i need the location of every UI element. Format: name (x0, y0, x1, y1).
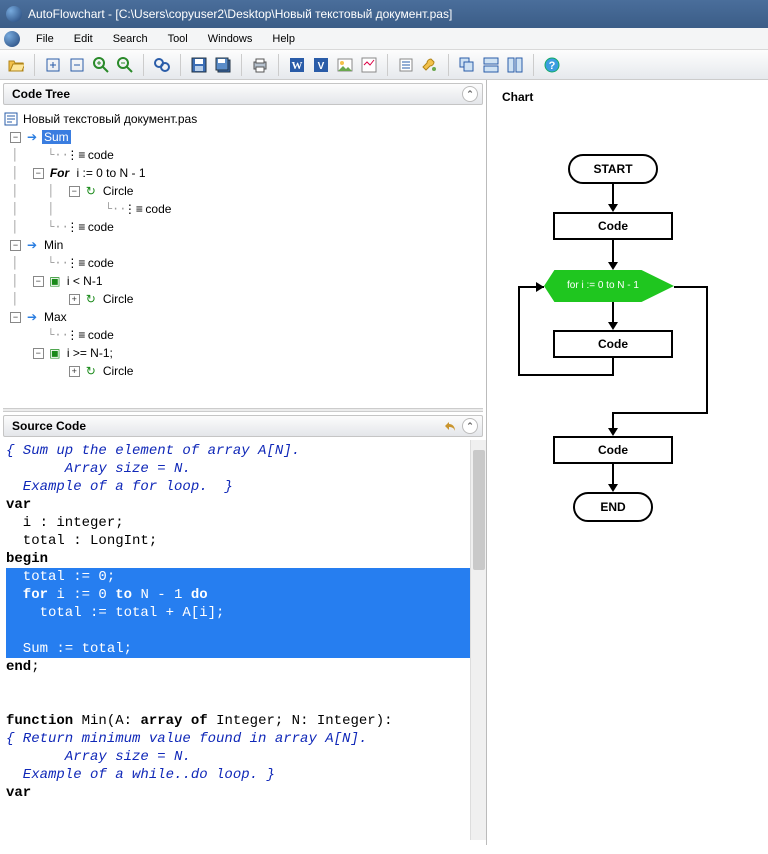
flow-code-node[interactable]: Code (553, 330, 673, 358)
tree-max-row[interactable]: −➔Max (4, 308, 482, 326)
menu-tool[interactable]: Tool (158, 30, 198, 48)
expander-minus-icon[interactable]: − (33, 348, 44, 359)
tree-row[interactable]: │ └··⋮≡code (4, 218, 482, 236)
expander-minus-icon[interactable]: − (10, 240, 21, 251)
horizontal-splitter[interactable] (3, 408, 483, 412)
tree-row[interactable]: │ └··⋮≡code (4, 146, 482, 164)
svg-text:?: ? (549, 60, 556, 72)
loop-icon: ↻ (84, 364, 98, 378)
code-icon: ⋮≡ (69, 256, 83, 270)
chart-panel-header: Chart (494, 86, 762, 108)
tree-row[interactable]: +↻Circle (4, 362, 482, 380)
save-button[interactable] (189, 55, 209, 75)
arrow-icon: ➔ (25, 310, 39, 324)
menubar: File Edit Search Tool Windows Help (0, 28, 768, 50)
tools-button[interactable] (420, 55, 440, 75)
toolbar: W V ? (0, 50, 768, 80)
export-visio-button[interactable]: V (311, 55, 331, 75)
codetree-title: Code Tree (12, 87, 70, 101)
export-image-button[interactable] (335, 55, 355, 75)
collapse-icon[interactable]: ⌃ (462, 418, 478, 434)
tree-row[interactable]: −▣i >= N-1; (4, 344, 482, 362)
code-icon: ⋮≡ (126, 202, 140, 216)
flow-code-node[interactable]: Code (553, 212, 673, 240)
menu-file[interactable]: File (26, 30, 64, 48)
block-icon: ▣ (48, 346, 62, 360)
codetree-panel-header[interactable]: Code Tree ⌃ (3, 83, 483, 105)
tree-file-label: Новый текстовый документ.pas (21, 112, 199, 126)
svg-text:V: V (318, 61, 325, 72)
loop-icon: ↻ (84, 184, 98, 198)
zoom-in-button[interactable] (91, 55, 111, 75)
svg-text:W: W (292, 60, 303, 72)
menu-help[interactable]: Help (262, 30, 305, 48)
help-button[interactable]: ? (542, 55, 562, 75)
collapse-icon[interactable]: ⌃ (462, 86, 478, 102)
open-button[interactable] (6, 55, 26, 75)
expander-plus-icon[interactable]: + (69, 294, 80, 305)
tree-row[interactable]: │ │ └··⋮≡code (4, 200, 482, 218)
settings-button[interactable] (396, 55, 416, 75)
arrow-icon: ➔ (25, 238, 39, 252)
expander-minus-icon[interactable]: − (69, 186, 80, 197)
expand-all-button[interactable] (43, 55, 63, 75)
tree-sum-row[interactable]: −➔Sum (4, 128, 482, 146)
loop-icon: ↻ (84, 292, 98, 306)
tree-min-row[interactable]: −➔Min (4, 236, 482, 254)
export-word-button[interactable]: W (287, 55, 307, 75)
flowchart-canvas[interactable]: START Code for i := 0 to N - 1 Code (488, 114, 768, 854)
tile-v-button[interactable] (505, 55, 525, 75)
code-tree[interactable]: Новый текстовый документ.pas −➔Sum │ └··… (0, 108, 486, 408)
source-title: Source Code (12, 419, 86, 433)
collapse-all-button[interactable] (67, 55, 87, 75)
app-icon (6, 6, 22, 22)
cascade-button[interactable] (457, 55, 477, 75)
arrow-icon: ➔ (25, 130, 39, 144)
block-icon: ▣ (48, 274, 62, 288)
expander-minus-icon[interactable]: − (10, 312, 21, 323)
tree-row[interactable]: └··⋮≡code (4, 326, 482, 344)
tree-row[interactable]: │ −▣i < N-1 (4, 272, 482, 290)
tree-for-row[interactable]: │ −For i := 0 to N - 1 (4, 164, 482, 182)
tree-row[interactable]: │ +↻Circle (4, 290, 482, 308)
menubar-app-icon (4, 31, 20, 47)
save-all-button[interactable] (213, 55, 233, 75)
menu-windows[interactable]: Windows (198, 30, 263, 48)
tree-sum-label: Sum (42, 130, 71, 144)
source-panel-header[interactable]: Source Code ⌃ (3, 415, 483, 437)
tile-h-button[interactable] (481, 55, 501, 75)
chart-title: Chart (502, 90, 533, 104)
code-icon: ⋮≡ (69, 148, 83, 162)
code-icon: ⋮≡ (69, 220, 83, 234)
flow-start-node[interactable]: START (568, 154, 658, 184)
expander-minus-icon[interactable]: − (10, 132, 21, 143)
tree-row[interactable]: │ │ −↻Circle (4, 182, 482, 200)
expander-minus-icon[interactable]: − (33, 276, 44, 287)
find-button[interactable] (152, 55, 172, 75)
source-editor[interactable]: { Sum up the element of array A[N]. Arra… (0, 440, 486, 840)
menu-search[interactable]: Search (103, 30, 158, 48)
tree-row[interactable]: │ └··⋮≡code (4, 254, 482, 272)
expander-minus-icon[interactable]: − (33, 168, 44, 179)
export-svg-button[interactable] (359, 55, 379, 75)
undo-icon[interactable] (442, 418, 458, 434)
flow-code-node[interactable]: Code (553, 436, 673, 464)
zoom-out-button[interactable] (115, 55, 135, 75)
expander-plus-icon[interactable]: + (69, 366, 80, 377)
window-title: AutoFlowchart - [C:\Users\copyuser2\Desk… (28, 7, 452, 21)
code-icon: ⋮≡ (69, 328, 83, 342)
print-button[interactable] (250, 55, 270, 75)
tree-file-row[interactable]: Новый текстовый документ.pas (4, 110, 482, 128)
menu-edit[interactable]: Edit (64, 30, 103, 48)
window-titlebar: AutoFlowchart - [C:\Users\copyuser2\Desk… (0, 0, 768, 28)
flow-end-node[interactable]: END (573, 492, 653, 522)
file-icon (4, 112, 18, 126)
flow-loop-node[interactable]: for i := 0 to N - 1 (544, 270, 674, 302)
source-scrollbar[interactable] (470, 440, 486, 840)
